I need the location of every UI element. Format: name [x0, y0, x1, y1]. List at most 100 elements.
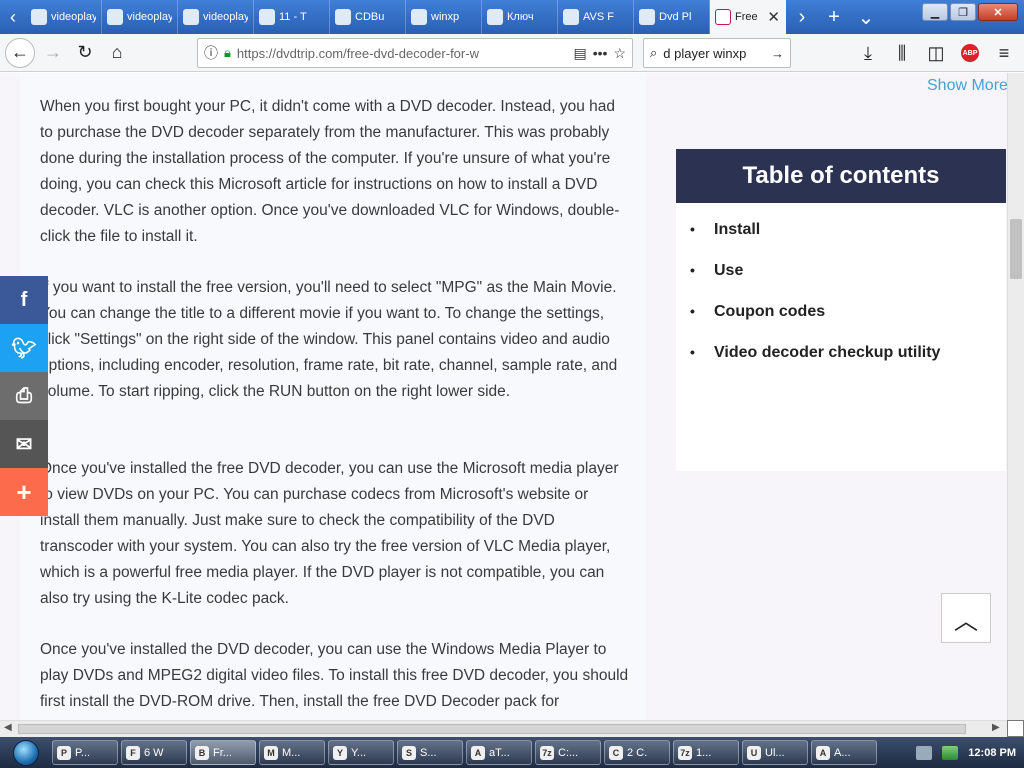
share-bar: f 🐦︎ ⎙ ✉ + — [0, 276, 48, 516]
taskbar-button[interactable]: A A... — [811, 740, 877, 765]
taskbar-button[interactable]: U Ul... — [742, 740, 808, 765]
vertical-scroll-thumb[interactable] — [1010, 219, 1022, 279]
scroll-to-top-button[interactable]: ︿ — [941, 593, 991, 643]
keyboard-icon[interactable] — [916, 745, 933, 760]
tab[interactable]: winxp — [406, 0, 482, 34]
more-share-button[interactable]: + — [0, 468, 48, 516]
taskbar-button[interactable]: M M... — [259, 740, 325, 765]
taskbar-button-label: A... — [834, 746, 851, 759]
article-paragraph: Once you've installed the DVD decoder, y… — [40, 641, 629, 710]
reload-button[interactable]: ↻ — [69, 37, 101, 69]
system-tray: 12:08 PM — [908, 737, 1024, 768]
toc-item[interactable]: Install — [676, 221, 1006, 262]
horizontal-scrollbar[interactable]: ◀ ▶ — [0, 720, 1024, 737]
print-button[interactable]: ⎙ — [0, 372, 48, 420]
scroll-right-arrow-icon[interactable]: ▶ — [992, 722, 1000, 733]
hamburger-menu-icon: ≡ — [998, 42, 1010, 63]
taskbar-button[interactable]: AaT... — [466, 740, 532, 765]
taskbar-button-label: 2 C. — [627, 746, 648, 759]
forward-button[interactable]: → — [37, 37, 69, 69]
tab[interactable]: Dvd Pl — [634, 0, 710, 34]
article-paragraph: Once you've installed the free DVD decod… — [40, 460, 619, 607]
twitter-share-button[interactable]: 🐦︎ — [0, 324, 48, 372]
tab-strip: ‹ videoplayb videoplayb videoplayb 11 - T CD… — [0, 0, 1024, 34]
printer-icon: ⎙ — [16, 384, 32, 407]
facebook-share-button[interactable]: f — [0, 276, 48, 324]
horizontal-scroll-thumb[interactable] — [18, 724, 966, 734]
new-tab-button[interactable]: + — [818, 0, 850, 34]
clock[interactable]: 12:08 PM — [968, 747, 1016, 759]
back-button[interactable]: ← — [5, 37, 35, 68]
tab[interactable]: CDBu — [330, 0, 406, 34]
toc-item[interactable]: Video decoder checkup utility — [676, 344, 1006, 385]
sidebar-button[interactable]: ◫ — [920, 37, 952, 69]
search-go-icon[interactable]: → — [771, 46, 784, 61]
page-icon — [31, 9, 47, 25]
taskbar-button[interactable]: B Fr... — [190, 740, 256, 765]
minimize-button[interactable]: ▁ — [922, 3, 948, 21]
tab-title: Free — [735, 11, 758, 23]
twitter-icon: 🐦︎ — [11, 337, 37, 360]
chevron-up-icon: ︿ — [954, 607, 978, 635]
tab[interactable]: videoplayb — [26, 0, 102, 34]
table-of-contents: Table of contents InstallUseCoupon codes… — [676, 149, 1006, 471]
tab-scroll-left-button[interactable]: ‹ — [0, 0, 26, 34]
downloads-button[interactable]: ⤓ — [852, 37, 884, 69]
taskbar-button[interactable]: 7z 1... — [673, 740, 739, 765]
tab[interactable]: videoplayb — [178, 0, 254, 34]
tab[interactable]: AVS F — [558, 0, 634, 34]
network-icon[interactable] — [942, 745, 959, 760]
taskbar-button[interactable]: F 6 W — [121, 740, 187, 765]
maximize-button[interactable]: ❐ — [950, 3, 976, 21]
tab[interactable]: videoplayb — [102, 0, 178, 34]
show-more-link[interactable]: Show More — [927, 77, 1008, 95]
tab-scroll-right-button[interactable]: › — [786, 0, 818, 34]
bookmark-star-icon[interactable]: ☆ — [613, 45, 626, 62]
toc-item[interactable]: Coupon codes — [676, 303, 1006, 344]
scroll-left-arrow-icon[interactable]: ◀ — [4, 722, 12, 733]
email-share-button[interactable]: ✉ — [0, 420, 48, 468]
taskbar-button-label: S... — [420, 746, 437, 759]
taskbar-button-label: M... — [282, 746, 301, 759]
d-icon — [715, 9, 731, 25]
toolbar-right-group: ⤓ ⫼ ◫ ABP ≡ — [852, 37, 1020, 69]
w-icon — [411, 9, 427, 25]
adblock-button[interactable]: ABP — [954, 37, 986, 69]
search-icon: ⌕ — [650, 45, 658, 60]
window-close-button[interactable]: ✕ — [978, 3, 1018, 21]
vertical-scrollbar[interactable] — [1007, 73, 1024, 720]
search-input[interactable]: d player winxp — [663, 46, 765, 61]
app-icon: 7z — [678, 745, 692, 760]
menu-button[interactable]: ≡ — [988, 37, 1020, 69]
tab[interactable]: 11 - T — [254, 0, 330, 34]
app-icon: F — [126, 745, 140, 760]
library-button[interactable]: ⫼ — [886, 37, 918, 69]
arrow-right-icon: → — [44, 42, 62, 62]
adblock-icon: ABP — [961, 44, 979, 62]
tab-title: winxp — [431, 11, 460, 23]
taskbar-button[interactable]: Y Y... — [328, 740, 394, 765]
tab-list-menu-button[interactable]: ⌄ — [850, 0, 882, 34]
app-icon: M — [264, 745, 278, 760]
taskbar-button[interactable]: 7z C:... — [535, 740, 601, 765]
tab-close-icon[interactable]: ✕ — [767, 8, 780, 26]
address-bar[interactable]: ⓘ 🔒︎ https://dvdtrip.com/free-dvd-decode… — [197, 38, 633, 68]
tab[interactable]: Ключ — [482, 0, 558, 34]
reader-view-icon[interactable]: ▤ — [573, 45, 586, 62]
url-text[interactable]: https://dvdtrip.com/free-dvd-decoder-for… — [237, 46, 568, 61]
taskbar-button[interactable]: P P... — [52, 740, 118, 765]
home-button[interactable]: ⌂ — [101, 37, 133, 69]
toc-item[interactable]: Use — [676, 262, 1006, 303]
info-icon[interactable]: ⓘ — [204, 43, 218, 63]
shield-icon — [259, 9, 275, 25]
taskbar-button[interactable]: C 2 C. — [604, 740, 670, 765]
search-box[interactable]: ⌕ d player winxp → — [643, 38, 791, 68]
tab-active[interactable]: Free ✕ — [710, 0, 786, 34]
check-icon — [639, 9, 655, 25]
tab-title: CDBu — [355, 11, 385, 23]
taskbar: P P... F 6 W B Fr... M M... Y Y... S S... AaT... 7z C:… — [0, 737, 1024, 768]
start-button[interactable] — [0, 737, 52, 768]
taskbar-button[interactable]: S S... — [397, 740, 463, 765]
page-actions-icon[interactable]: ••• — [593, 45, 608, 61]
facebook-icon: f — [20, 288, 28, 311]
